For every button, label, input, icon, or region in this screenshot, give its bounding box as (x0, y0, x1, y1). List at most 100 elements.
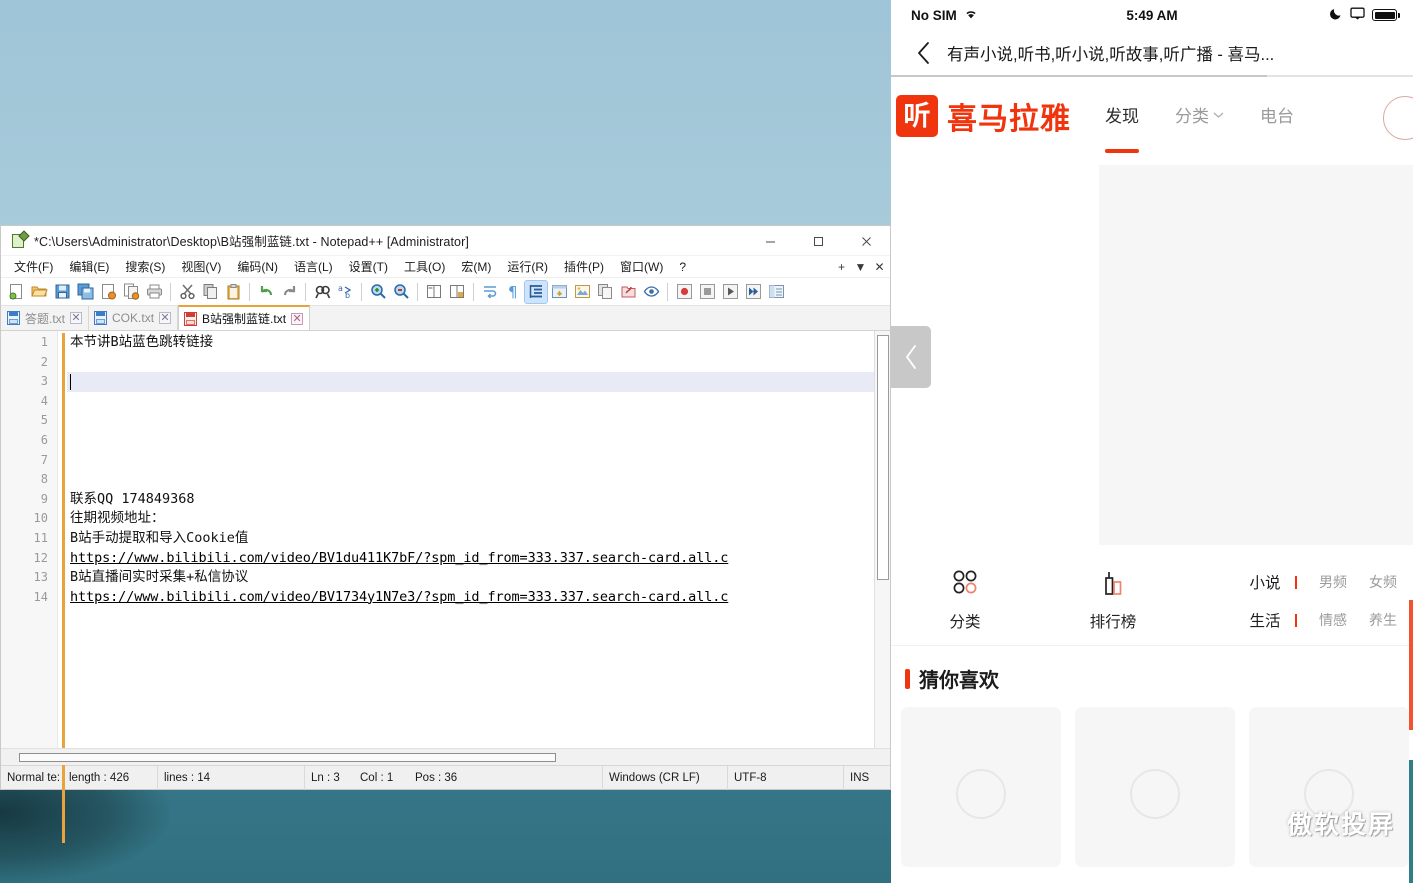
menu-plugins[interactable]: 插件(P) (556, 257, 612, 277)
save-all-icon[interactable] (74, 281, 96, 303)
editor-line[interactable]: B站手动提取和导入Cookie值 (67, 529, 874, 549)
notepad-plus-plus-window[interactable]: *C:\Users\Administrator\Desktop\B站强制蓝链.t… (0, 225, 891, 843)
editor-area[interactable]: 1 2 3 4 5 6 7 8 9 10 11 12 13 14 本节讲B站蓝色… (1, 331, 890, 843)
sync-vertical-scroll-icon[interactable] (423, 281, 445, 303)
code-text-area[interactable]: 本节讲B站蓝色跳转链接 联系QQ 174849368 往期视频地址： B站手动提… (67, 331, 874, 748)
tab-cok-txt[interactable]: COK.txt ✕ (89, 306, 179, 330)
site-body[interactable]: 分类 排行榜 小说 男频 女频 生活 情感 养生 猜你喜欢 (891, 165, 1413, 867)
menu-run[interactable]: 运行(R) (499, 257, 556, 277)
folder-as-workspace-icon[interactable] (617, 281, 639, 303)
tag-row-life[interactable]: 生活 情感 养生 (1249, 609, 1397, 631)
menu-language[interactable]: 语言(L) (286, 257, 341, 277)
editor-line[interactable]: B站直播间实时采集+私信协议 (67, 568, 874, 588)
close-button[interactable] (842, 226, 890, 256)
zoom-in-icon[interactable] (367, 281, 389, 303)
nav-tab-radio[interactable]: 电台 (1260, 102, 1294, 131)
editor-line[interactable]: 往期视频地址： (67, 509, 874, 529)
menu-tools[interactable]: 工具(O) (396, 257, 453, 277)
user-defined-dialog-icon[interactable] (548, 281, 570, 303)
indent-guide-icon[interactable] (524, 279, 548, 304)
document-map-icon[interactable] (571, 281, 593, 303)
maximize-button[interactable] (794, 226, 842, 256)
site-header[interactable]: 听 喜马拉雅 发现 分类 电台 (891, 77, 1413, 155)
tag-sub-label[interactable]: 男频 (1311, 572, 1347, 592)
menu-window[interactable]: 窗口(W) (612, 257, 671, 277)
menu-macro[interactable]: 宏(M) (453, 257, 499, 277)
tag-main-label[interactable]: 小说 (1249, 571, 1280, 593)
show-all-characters-icon[interactable]: ¶ (502, 281, 524, 303)
editor-line[interactable] (67, 431, 874, 451)
recommended-card[interactable] (1249, 707, 1409, 867)
tag-sub-label[interactable]: 女频 (1361, 572, 1397, 592)
undo-icon[interactable] (255, 281, 277, 303)
tag-sub-label[interactable]: 养生 (1361, 610, 1397, 630)
tab-answer-txt[interactable]: 答题.txt ✕ (2, 306, 90, 330)
window-controls[interactable] (746, 226, 890, 256)
recommended-card-list[interactable] (891, 707, 1413, 867)
menu-encoding[interactable]: 编码(N) (229, 257, 286, 277)
horizontal-scrollbar-thumb[interactable] (19, 753, 556, 762)
editor-line[interactable] (67, 353, 874, 373)
tag-main-label[interactable]: 生活 (1249, 609, 1280, 631)
menu-edit[interactable]: 编辑(E) (61, 257, 117, 277)
record-macro-icon[interactable] (673, 281, 695, 303)
editor-line[interactable] (67, 470, 874, 490)
word-wrap-icon[interactable] (479, 281, 501, 303)
new-file-icon[interactable] (5, 281, 27, 303)
quick-link-ranking[interactable]: 排行榜 (1039, 567, 1187, 632)
editor-line[interactable] (67, 451, 874, 471)
sync-horizontal-scroll-icon[interactable] (446, 281, 468, 303)
window-title-bar[interactable]: *C:\Users\Administrator\Desktop\B站强制蓝链.t… (1, 226, 890, 256)
menu-settings[interactable]: 设置(T) (341, 257, 396, 277)
editor-line[interactable]: 本节讲B站蓝色跳转链接 (67, 333, 874, 353)
open-file-icon[interactable] (28, 281, 50, 303)
menu-search[interactable]: 搜索(S) (117, 257, 173, 277)
recommended-card[interactable] (901, 707, 1061, 867)
editor-line-url[interactable]: https://www.bilibili.com/video/BV1734y1N… (67, 588, 874, 608)
play-macro-icon[interactable] (719, 281, 741, 303)
menu-file[interactable]: 文件(F) (6, 257, 61, 277)
tag-sub-label[interactable]: 情感 (1311, 610, 1347, 630)
quick-link-category[interactable]: 分类 (891, 567, 1039, 632)
find-icon[interactable] (311, 281, 333, 303)
tab-close-icon[interactable]: ✕ (70, 312, 83, 324)
replace-icon[interactable]: ab (334, 281, 356, 303)
play-multiple-macro-icon[interactable] (742, 281, 764, 303)
save-macro-icon[interactable] (765, 281, 787, 303)
paste-icon[interactable] (222, 281, 244, 303)
recommended-card[interactable] (1075, 707, 1235, 867)
phone-mirror-panel[interactable]: No SIM 5:49 AM 有声小说,听书,听小说,听故事,听广播 - 喜马.… (891, 0, 1413, 883)
cut-icon[interactable] (176, 281, 198, 303)
carousel-prev-arrow-icon[interactable] (891, 326, 931, 388)
zoom-out-icon[interactable] (390, 281, 412, 303)
search-button-outline-icon[interactable] (1383, 96, 1413, 140)
editor-line[interactable] (67, 392, 874, 412)
close-file-icon[interactable] (97, 281, 119, 303)
save-icon[interactable] (51, 281, 73, 303)
banner-carousel[interactable] (1099, 165, 1413, 545)
tab-bilibili-bluelink-txt[interactable]: B站强制蓝链.txt ✕ (178, 305, 311, 330)
print-icon[interactable] (143, 281, 165, 303)
editor-line[interactable] (67, 411, 874, 431)
menu-help[interactable]: ? (671, 257, 694, 277)
editor-line-url[interactable]: https://www.bilibili.com/video/BV1du411K… (67, 549, 874, 569)
document-tab-bar[interactable]: 答题.txt ✕ COK.txt ✕ B站强制蓝链.txt ✕ (1, 305, 890, 331)
toolbar[interactable]: ab ¶ (1, 278, 890, 306)
editor-line[interactable]: 联系QQ 174849368 (67, 490, 874, 510)
tag-row-fiction[interactable]: 小说 男频 女频 (1249, 571, 1397, 593)
menu-view[interactable]: 视图(V) (173, 257, 229, 277)
menu-bar[interactable]: 文件(F) 编辑(E) 搜索(S) 视图(V) 编码(N) 语言(L) 设置(T… (1, 256, 890, 278)
copy-icon[interactable] (199, 281, 221, 303)
tab-close-icon[interactable]: ✕ (291, 312, 304, 325)
monitoring-icon[interactable] (640, 281, 662, 303)
browser-nav-bar[interactable]: 有声小说,听书,听小说,听故事,听广播 - 喜马... (891, 30, 1413, 77)
tab-list-chevron-icon[interactable]: ▼ (852, 256, 869, 278)
tag-links[interactable]: 小说 男频 女频 生活 情感 养生 (1249, 571, 1397, 631)
stop-macro-icon[interactable] (696, 281, 718, 303)
redo-icon[interactable] (278, 281, 300, 303)
nav-tab-discover[interactable]: 发现 (1105, 102, 1139, 131)
new-tab-plus-icon[interactable]: + (833, 256, 850, 278)
editor-line-current[interactable] (67, 372, 874, 392)
editor-vertical-scrollbar[interactable] (874, 331, 890, 748)
tab-close-icon[interactable]: ✕ (159, 312, 172, 324)
